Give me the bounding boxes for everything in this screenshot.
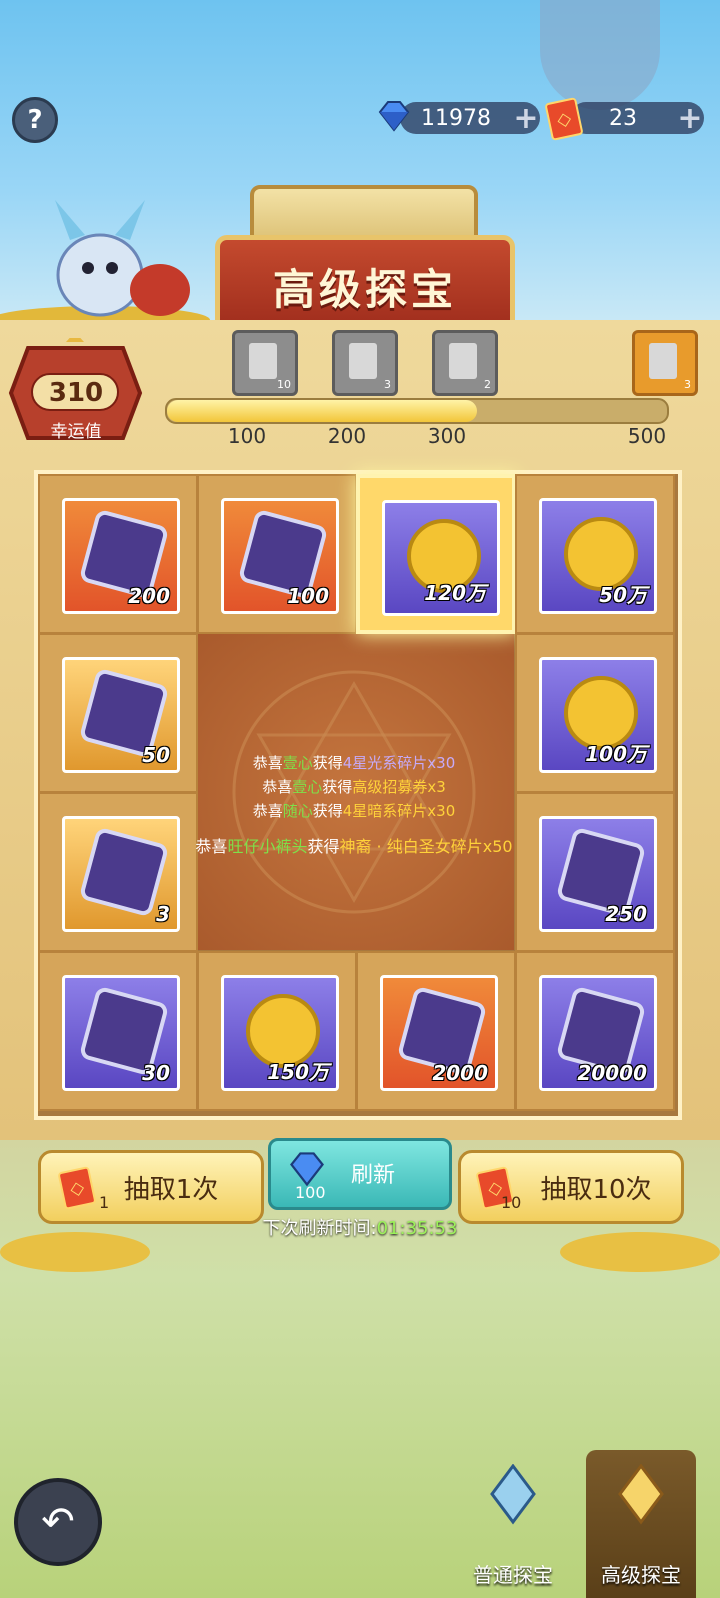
tab-normal-label: 普通探宝 — [473, 1563, 553, 1587]
refresh-label: 刷新 — [351, 1163, 396, 1188]
balloon-decoration — [540, 0, 660, 110]
reward-cell[interactable]: 150万 — [197, 951, 357, 1111]
draw-once-button[interactable]: ◇ 1 抽取1次 — [38, 1150, 264, 1224]
armor-icon — [449, 343, 477, 379]
draw-ten-label: 抽取10次 — [540, 1174, 652, 1205]
reward-cell[interactable]: 120万 — [356, 474, 516, 634]
win-message-2: 恭喜壹心获得高级招募券x3 — [262, 778, 446, 796]
gem-amount: 11978 — [421, 105, 491, 131]
milestone-reward-4[interactable]: 3 — [632, 330, 698, 396]
reward-cell[interactable]: 50万 — [515, 474, 675, 634]
draw-once-cost: 1 — [99, 1193, 110, 1212]
reward-quantity: 30 — [142, 1061, 170, 1085]
add-tickets-button[interactable]: + — [676, 101, 704, 136]
win-message-1: 恭喜壹心获得4星光系碎片x30 — [252, 754, 456, 772]
milestone-count: 3 — [684, 378, 691, 391]
reward-quantity: 120万 — [424, 581, 486, 605]
milestone-count: 2 — [484, 378, 491, 391]
reward-quantity: 3 — [156, 902, 170, 926]
coin-pile-left — [0, 1232, 150, 1272]
lucky-progress-fill — [167, 400, 477, 422]
dragon-mascot-image — [0, 200, 210, 330]
reward-quantity: 250 — [605, 902, 647, 926]
milestone-reward-2[interactable]: 3 — [332, 330, 398, 396]
add-gems-button[interactable]: + — [512, 101, 540, 136]
reward-cell[interactable]: 200 — [38, 474, 198, 634]
help-button[interactable]: ? — [12, 97, 58, 143]
reward-cell[interactable]: 100 — [197, 474, 357, 634]
scroll-icon — [349, 343, 377, 379]
reward-quantity: 2000 — [432, 1061, 488, 1085]
reward-cell[interactable]: 20000 — [515, 951, 675, 1111]
lucky-value: 310 — [48, 378, 104, 408]
milestone-reward-3[interactable]: 2 — [432, 330, 498, 396]
back-button[interactable]: ↶ — [14, 1478, 102, 1566]
reward-quantity: 150万 — [267, 1060, 329, 1084]
page-title: 高级探宝 — [272, 264, 457, 314]
tab-normal-treasure[interactable]: 普通探宝 — [458, 1450, 568, 1598]
crystal-icon — [649, 343, 677, 379]
gold-crystal-icon — [618, 1464, 664, 1525]
ticket-amount: 23 — [609, 105, 637, 131]
milestone-label: 300 — [427, 424, 467, 448]
ticket-icon: ◇ — [57, 1166, 97, 1210]
refresh-cost: 100 — [295, 1183, 326, 1202]
milestone-count: 3 — [384, 378, 391, 391]
refresh-button[interactable]: 100 刷新 — [268, 1138, 452, 1210]
milestone-label: 500 — [627, 424, 667, 448]
milestone-reward-1[interactable]: 10 — [232, 330, 298, 396]
milestone-label: 100 — [227, 424, 267, 448]
draw-once-label: 抽取1次 — [123, 1174, 219, 1205]
win-message-3: 恭喜随心获得4星暗系碎片x30 — [252, 802, 456, 820]
refresh-timer: 下次刷新时间:01:35:53 — [262, 1218, 458, 1239]
draw-ten-button[interactable]: ◇ 10 抽取10次 — [458, 1150, 684, 1224]
reward-quantity: 100 — [287, 584, 329, 608]
milestone-label: 200 — [327, 424, 367, 448]
draw-ten-cost: 10 — [501, 1193, 522, 1212]
reward-quantity: 20000 — [577, 1061, 647, 1085]
tab-advanced-label: 高级探宝 — [601, 1563, 681, 1587]
reward-quantity: 200 — [128, 584, 170, 608]
gem-counter: 11978 + — [400, 101, 540, 136]
ticket-counter: 23 + — [570, 101, 704, 136]
card-icon — [249, 343, 277, 379]
win-message-4: 恭喜旺仔小裤头获得神裔 · 纯白圣女碎片x50 — [195, 837, 513, 856]
reward-cell[interactable]: 30 — [38, 951, 198, 1111]
milestone-count: 10 — [277, 378, 291, 391]
lucky-label: 幸运值 — [50, 422, 102, 442]
reward-cell[interactable]: 2000 — [356, 951, 516, 1111]
reward-quantity: 50万 — [599, 583, 647, 607]
gem-icon — [378, 101, 410, 132]
coin-pile-right — [560, 1232, 720, 1272]
tab-advanced-treasure[interactable]: 高级探宝 — [586, 1450, 696, 1598]
crystal-icon — [490, 1464, 536, 1525]
